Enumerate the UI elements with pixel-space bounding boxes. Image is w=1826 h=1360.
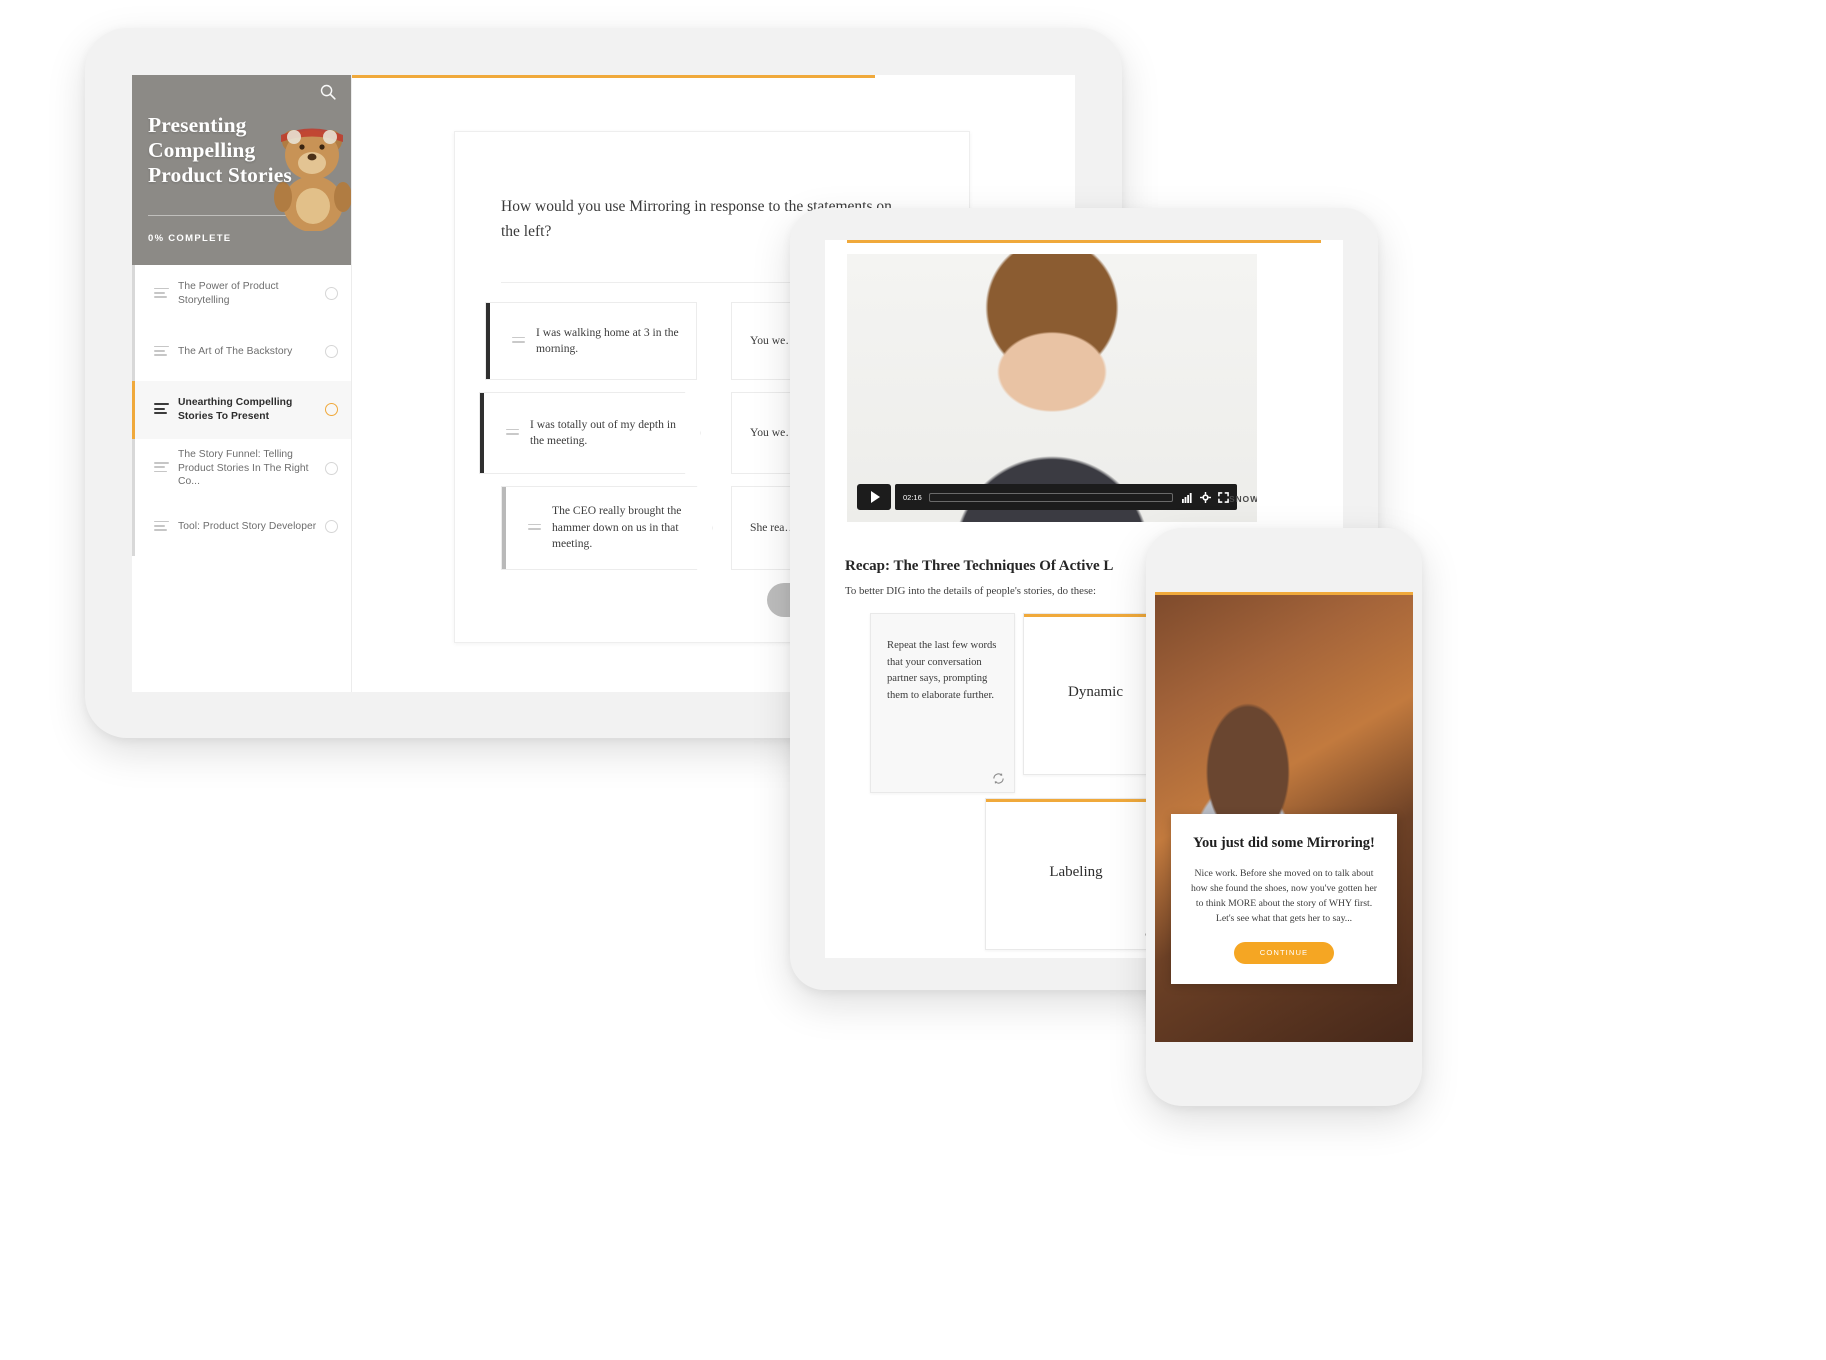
card-accent-bar bbox=[486, 303, 490, 379]
volume-icon[interactable] bbox=[1182, 492, 1193, 503]
accent-bar bbox=[1155, 592, 1413, 595]
fullscreen-icon[interactable] bbox=[1218, 491, 1229, 503]
statement-card-1[interactable]: I was walking home at 3 in the morning. bbox=[485, 302, 697, 380]
progress-label: 0% COMPLETE bbox=[148, 233, 232, 244]
flip-icon[interactable] bbox=[992, 772, 1005, 785]
sidebar-item-label: The Art of The Backstory bbox=[178, 346, 293, 358]
card-accent-bar bbox=[502, 487, 506, 569]
lesson-status-circle bbox=[325, 461, 338, 475]
sidebar-header: Presenting Compelling Product Stories 0%… bbox=[132, 75, 351, 265]
accent-bar bbox=[351, 75, 875, 78]
video-brand-label: SNOW bbox=[1228, 494, 1257, 504]
sidebar-item-lesson-1[interactable]: The Power of Product Storytelling bbox=[132, 265, 351, 323]
lesson-lines-icon bbox=[154, 345, 169, 359]
sidebar-item-lesson-2[interactable]: The Art of The Backstory bbox=[132, 323, 351, 381]
technique-card-text: Labeling bbox=[1049, 864, 1103, 880]
lesson-lines-icon bbox=[154, 402, 169, 417]
modal-title: You just did some Mirroring! bbox=[1193, 835, 1375, 851]
course-sidebar: Presenting Compelling Product Stories 0%… bbox=[132, 75, 352, 692]
video-progress-container: 02:16 bbox=[895, 484, 1237, 510]
lesson-lines-icon bbox=[154, 462, 169, 475]
lesson-status-circle bbox=[325, 345, 338, 358]
feedback-modal: You just did some Mirroring! Nice work. … bbox=[1171, 814, 1397, 984]
sidebar-item-label: The Power of Product Storytelling bbox=[178, 281, 279, 306]
sidebar-item-label: The Story Funnel: Telling Product Storie… bbox=[178, 449, 309, 488]
lesson-lines-icon bbox=[154, 520, 169, 534]
statement-text: The CEO really brought the hammer down o… bbox=[552, 504, 682, 551]
video-player[interactable]: 02:16 SNOW bbox=[847, 254, 1257, 522]
lesson-status-circle-active bbox=[325, 403, 338, 416]
technique-card-1[interactable]: Repeat the last few words that your conv… bbox=[870, 613, 1015, 793]
card-accent-bar bbox=[986, 799, 1166, 802]
lesson-lines-icon bbox=[154, 287, 169, 301]
lesson-status-circle bbox=[325, 287, 338, 300]
video-frame-image bbox=[847, 254, 1257, 522]
card-accent-bar bbox=[480, 393, 484, 473]
phone-device: You just did some Mirroring! Nice work. … bbox=[1146, 528, 1422, 1106]
sidebar-item-label: Tool: Product Story Developer bbox=[178, 521, 317, 533]
drag-handle-icon[interactable] bbox=[506, 429, 519, 438]
video-timestamp: 02:16 bbox=[903, 492, 922, 502]
technique-card-text: Repeat the last few words that your conv… bbox=[887, 640, 997, 702]
statement-text: I was totally out of my depth in the mee… bbox=[530, 417, 676, 447]
drag-handle-icon[interactable] bbox=[512, 336, 525, 346]
lesson-list: The Power of Product Storytelling The Ar… bbox=[132, 265, 351, 692]
statement-text: I was walking home at 3 in the morning. bbox=[536, 325, 679, 355]
lesson-status-circle bbox=[325, 520, 338, 534]
search-icon[interactable] bbox=[319, 83, 337, 101]
course-title: Presenting Compelling Product Stories bbox=[148, 113, 292, 188]
sidebar-item-lesson-4[interactable]: The Story Funnel: Telling Product Storie… bbox=[132, 439, 351, 499]
video-controls: 02:16 bbox=[857, 484, 1237, 510]
continue-button[interactable]: CONTINUE bbox=[1234, 941, 1334, 964]
video-icon-group bbox=[1182, 491, 1229, 503]
video-progress-bar[interactable] bbox=[928, 492, 1173, 502]
sidebar-item-lesson-5[interactable]: Tool: Product Story Developer bbox=[132, 498, 351, 557]
modal-body: Nice work. Before she moved on to talk a… bbox=[1190, 867, 1378, 924]
phone-screen: You just did some Mirroring! Nice work. … bbox=[1155, 592, 1413, 1042]
sidebar-item-lesson-3[interactable]: Unearthing Compelling Stories To Present bbox=[132, 381, 351, 439]
drag-handle-icon[interactable] bbox=[528, 524, 541, 533]
statement-card-3[interactable]: The CEO really brought the hammer down o… bbox=[501, 486, 713, 570]
play-icon[interactable] bbox=[857, 484, 891, 510]
statement-card-2[interactable]: I was totally out of my depth in the mee… bbox=[479, 392, 701, 474]
sidebar-item-label: Unearthing Compelling Stories To Present bbox=[178, 397, 293, 422]
technique-card-3[interactable]: Labeling bbox=[985, 798, 1167, 950]
gear-icon[interactable] bbox=[1200, 491, 1211, 503]
